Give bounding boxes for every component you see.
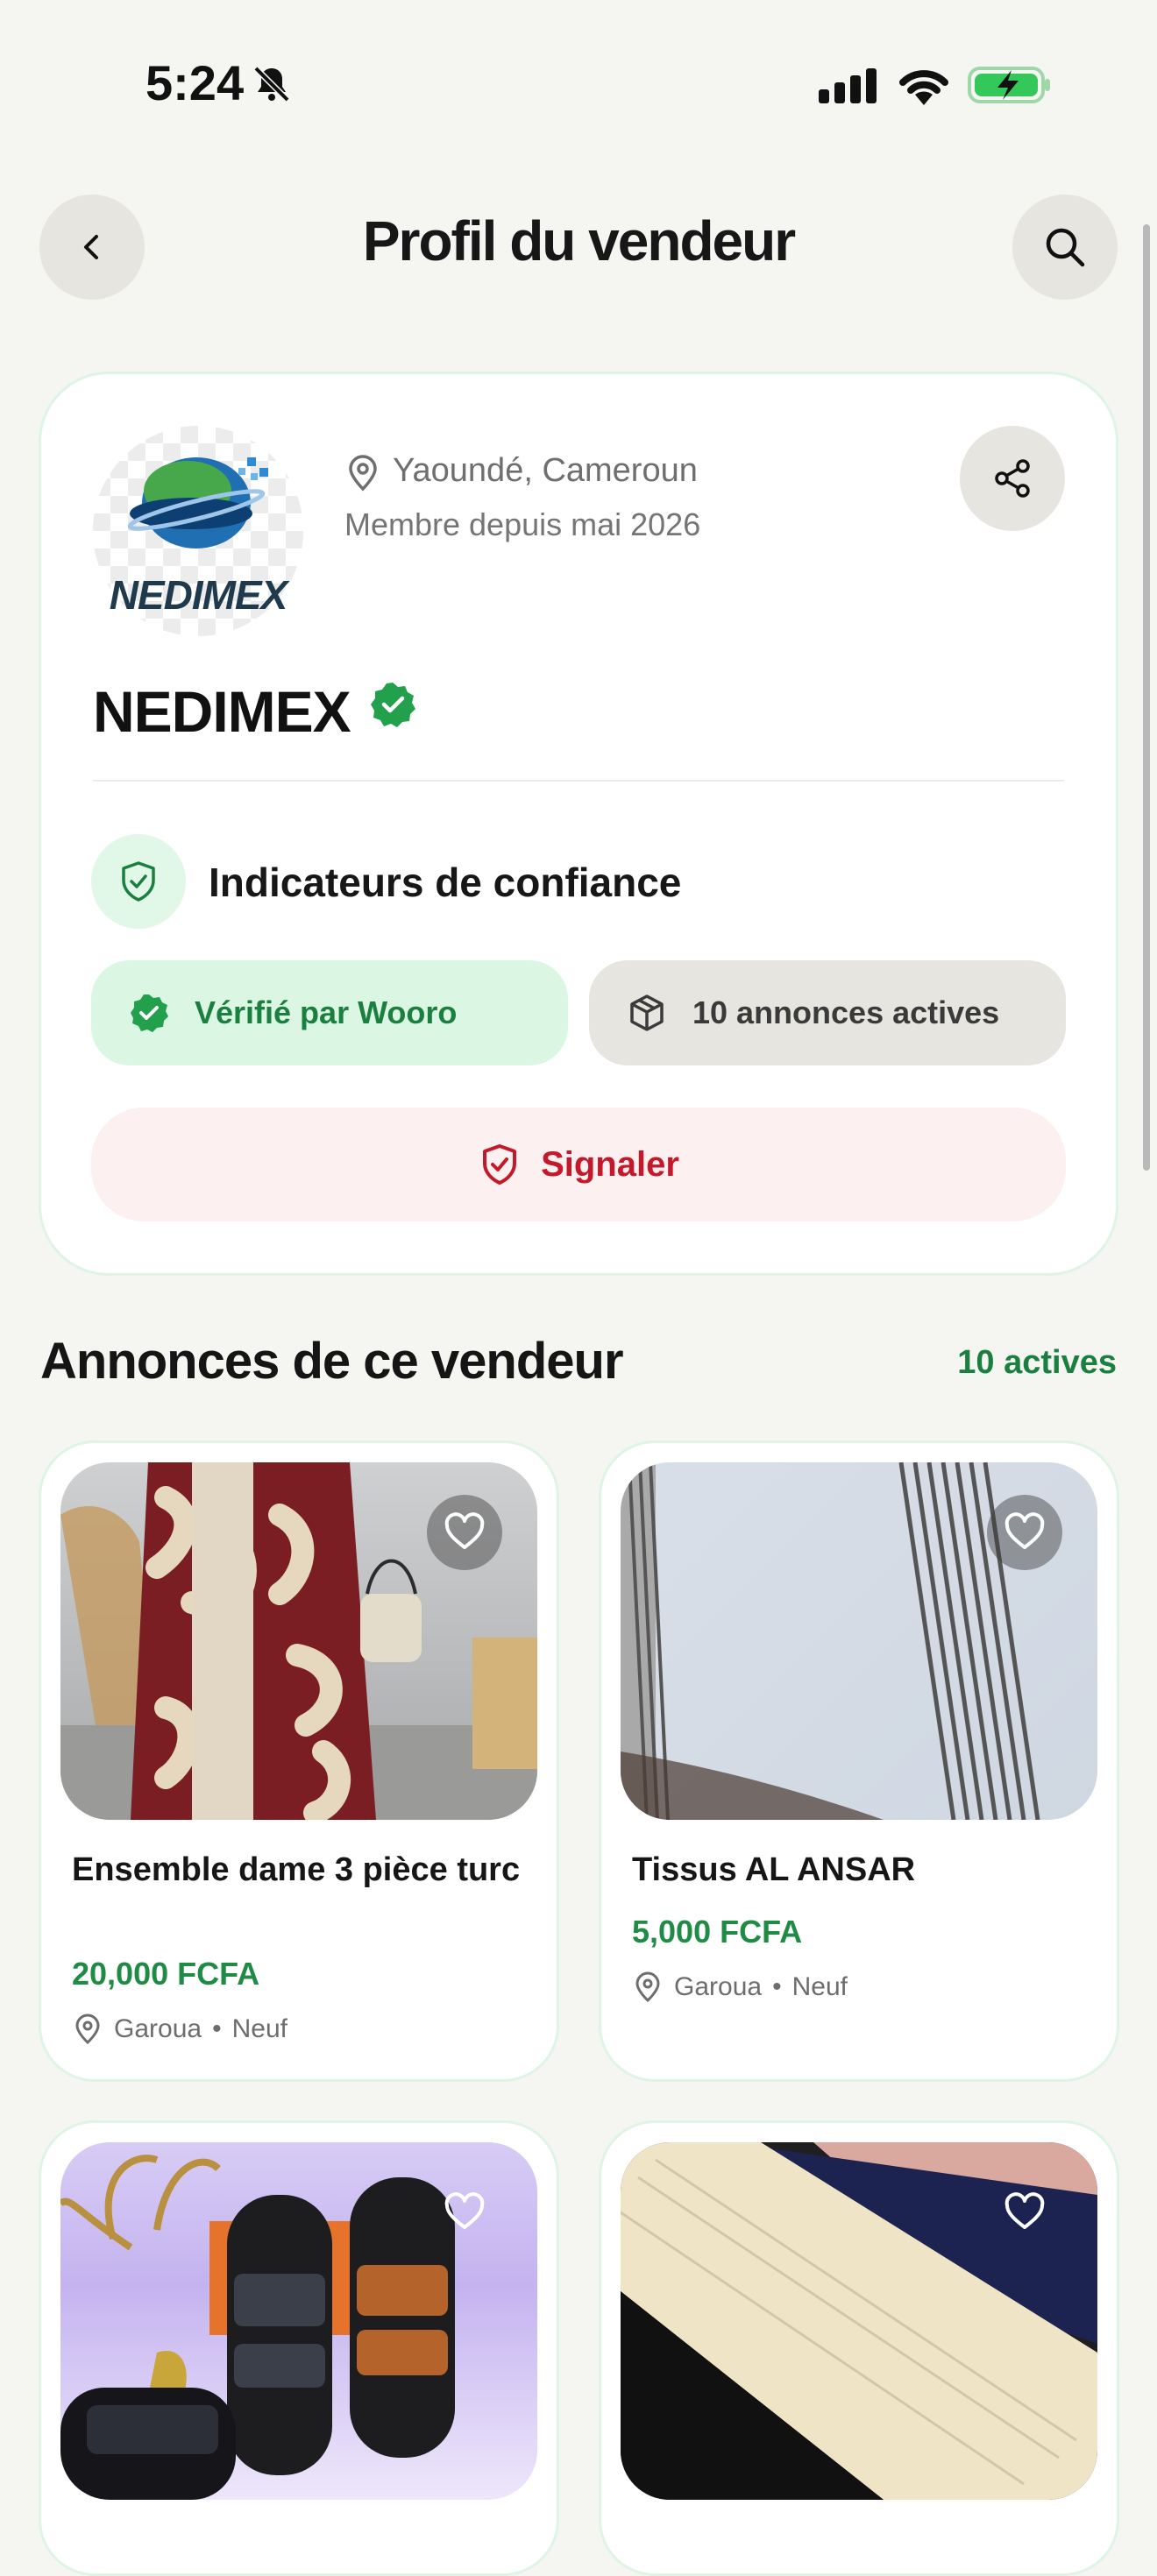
report-button[interactable]: Signaler (91, 1108, 1066, 1221)
logo-wordmark: NEDIMEX (109, 572, 288, 618)
favorite-button[interactable] (987, 2175, 1062, 2250)
trust-indicators-title: Indicateurs de confiance (209, 860, 682, 905)
listing-price: 20,000 FCFA (72, 1956, 260, 1992)
listing-price: 5,000 FCFA (632, 1914, 803, 1950)
trust-icon-circle (91, 834, 186, 929)
listing-title: Tissus AL ANSAR (632, 1851, 916, 1888)
heart-icon (1004, 1512, 1045, 1549)
scrollbar[interactable] (1143, 224, 1150, 1171)
report-shield-icon (483, 1144, 517, 1185)
search-button[interactable] (1012, 195, 1118, 300)
meta-separator: • (772, 1972, 782, 2001)
listings-count[interactable]: 10 actives (957, 1344, 1117, 1382)
active-listings-pill: 10 annonces actives (589, 960, 1066, 1065)
verified-pill: Vérifié par Wooro (91, 960, 568, 1065)
bell-muted-icon (253, 66, 290, 103)
share-button[interactable] (960, 426, 1065, 531)
verified-check-icon (131, 994, 168, 1032)
listings-section-title: Annonces de ce vendeur (40, 1333, 624, 1390)
battery-charging-icon (968, 67, 1050, 103)
listing-meta: Garoua • Neuf (632, 1971, 848, 2003)
location-pin-icon (635, 1971, 660, 2003)
location-pin-icon (75, 2013, 100, 2045)
listing-title: Ensemble dame 3 pièce turc (72, 1851, 521, 1888)
favorite-button[interactable] (987, 1495, 1062, 1570)
listing-condition: Neuf (791, 1972, 848, 2001)
active-listings-label: 10 annonces actives (692, 994, 1000, 1030)
shield-check-icon (122, 861, 155, 902)
favorite-button[interactable] (427, 2175, 502, 2250)
profile-divider (93, 780, 1064, 782)
status-time: 5:24 (146, 55, 245, 110)
listing-location: Garoua (114, 2014, 202, 2043)
share-icon (995, 459, 1030, 498)
page-title: Profil du vendeur (362, 209, 796, 272)
location-pin-icon (349, 455, 377, 492)
heart-icon (444, 2192, 485, 2229)
seller-location: Yaoundé, Cameroun (393, 452, 698, 489)
favorite-button[interactable] (427, 1495, 502, 1570)
seller-name: NEDIMEX (93, 679, 351, 744)
listing-meta: Garoua • Neuf (72, 2013, 287, 2045)
verified-label: Vérifié par Wooro (195, 994, 458, 1030)
meta-separator: • (212, 2014, 222, 2043)
listing-condition: Neuf (231, 2014, 287, 2043)
heart-icon (444, 1512, 485, 1549)
search-icon (1046, 228, 1085, 267)
member-since: Membre depuis mai 2026 (344, 506, 701, 542)
verified-badge-icon (371, 683, 415, 727)
report-label: Signaler (541, 1144, 679, 1184)
listing-location: Garoua (674, 1972, 763, 2001)
package-icon (630, 994, 664, 1031)
wifi-icon (899, 70, 948, 105)
heart-icon (1004, 2192, 1045, 2229)
